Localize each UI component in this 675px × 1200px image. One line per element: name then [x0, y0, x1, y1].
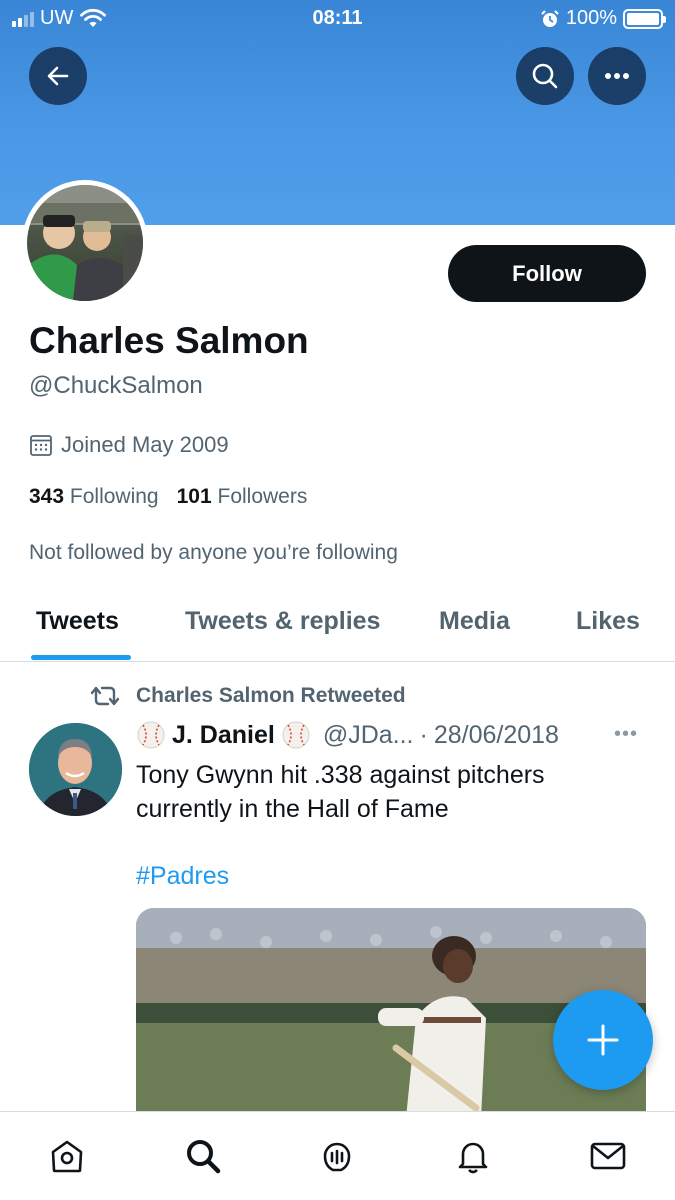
status-bar: UW 08:11 100%	[0, 0, 675, 38]
alarm-icon	[541, 9, 559, 27]
followers-count: 101	[176, 485, 212, 508]
tweet-meta-separator: ·	[419, 720, 428, 749]
followers-label: Followers	[217, 485, 308, 508]
tab-likes[interactable]: Likes	[576, 607, 640, 636]
not-followed-note: Not followed by anyone you’re following	[29, 541, 398, 564]
following-count: 343	[29, 485, 65, 508]
retweet-context: Charles Salmon Retweeted	[88, 684, 406, 708]
baseball-emoji-icon	[137, 721, 165, 749]
arrow-left-icon	[47, 66, 69, 86]
nav-messages[interactable]	[586, 1134, 630, 1178]
search-button[interactable]	[516, 47, 574, 105]
search-icon	[187, 1140, 221, 1174]
home-icon	[51, 1140, 83, 1173]
baseball-emoji-icon	[282, 721, 310, 749]
tweet-author-name[interactable]: J. Daniel	[172, 721, 275, 750]
spaces-icon	[323, 1142, 351, 1172]
tab-tweets-replies[interactable]: Tweets & replies	[185, 607, 380, 636]
profile-tabs: Tweets Tweets & replies Media Likes	[0, 600, 675, 662]
tweet-hashtag-link[interactable]: #Padres	[136, 862, 229, 891]
bottom-navigation	[0, 1111, 675, 1200]
joined-date: Joined May 2009	[29, 432, 229, 458]
search-icon	[532, 63, 558, 89]
retweet-icon	[90, 686, 120, 706]
plus-icon	[587, 1024, 619, 1056]
messages-envelope-icon	[590, 1142, 626, 1170]
tweet-more-button[interactable]: •••	[614, 723, 638, 746]
more-options-button[interactable]	[588, 47, 646, 105]
tweet-author-handle[interactable]: @JDa...	[323, 721, 414, 750]
compose-tweet-button[interactable]	[553, 990, 653, 1090]
profile-handle: @ChuckSalmon	[29, 372, 203, 399]
calendar-icon	[30, 435, 52, 456]
battery-icon	[623, 8, 666, 29]
following-label: Following	[69, 485, 159, 508]
follow-stats: 343 Following 101 Followers	[29, 485, 307, 509]
tab-media[interactable]: Media	[439, 607, 510, 636]
nav-search[interactable]	[181, 1134, 225, 1178]
profile-avatar[interactable]	[22, 180, 148, 306]
following-link[interactable]: 343 Following	[29, 485, 159, 509]
tweet-author-avatar[interactable]	[29, 723, 122, 816]
follow-button[interactable]: Follow	[448, 245, 646, 302]
nav-notifications[interactable]	[451, 1134, 495, 1178]
profile-name: Charles Salmon	[29, 320, 309, 361]
joined-label: Joined May 2009	[61, 432, 229, 457]
tweet-date[interactable]: 28/06/2018	[434, 721, 559, 750]
followers-link[interactable]: 101 Followers	[177, 485, 308, 509]
back-button[interactable]	[29, 47, 87, 105]
more-horizontal-icon	[605, 73, 629, 79]
tweet-text: Tony Gwynn hit .338 against pitchers cur…	[136, 761, 545, 823]
nav-spaces[interactable]	[315, 1134, 359, 1178]
nav-home[interactable]	[45, 1134, 89, 1178]
avatar-photo	[27, 185, 143, 301]
active-tab-indicator	[31, 655, 131, 660]
battery-percent: 100%	[565, 7, 617, 29]
retweet-label: Charles Salmon Retweeted	[136, 684, 406, 707]
notifications-bell-icon	[458, 1142, 488, 1174]
tweet-header: J. Daniel @JDa... · 28/06/2018	[136, 720, 559, 750]
tab-tweets[interactable]: Tweets	[36, 607, 119, 636]
